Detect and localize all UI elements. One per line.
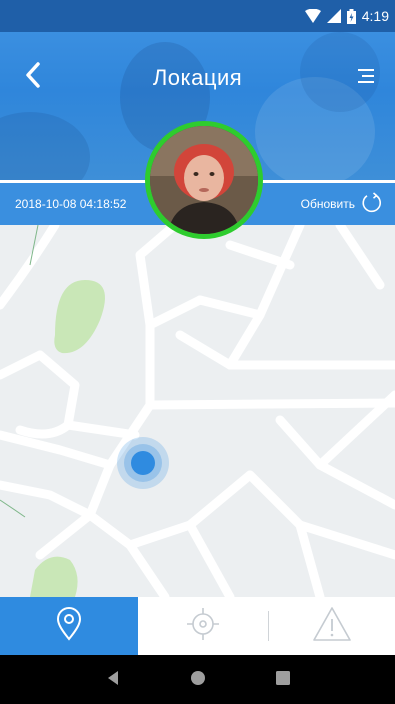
map-canvas: [0, 225, 395, 597]
child-avatar[interactable]: [145, 121, 263, 239]
tab-alert[interactable]: [269, 597, 395, 655]
menu-button[interactable]: [355, 66, 377, 88]
circle-home-icon: [190, 670, 206, 690]
system-navigation-bar: [0, 655, 395, 704]
crosshair-icon: [186, 607, 220, 645]
tab-target[interactable]: [138, 597, 268, 655]
refresh-label: Обновить: [300, 197, 355, 211]
location-timestamp: 2018-10-08 04:18:52: [15, 197, 127, 211]
map-view[interactable]: [0, 225, 395, 597]
status-time: 4:19: [361, 8, 389, 24]
tab-location[interactable]: [0, 597, 138, 655]
refresh-icon: [361, 191, 383, 217]
signal-icon: [326, 9, 341, 23]
triangle-back-icon: [106, 670, 120, 690]
header-background-shape: [0, 112, 90, 180]
list-menu-icon: [358, 68, 374, 87]
square-recents-icon: [275, 670, 290, 689]
wifi-icon: [304, 9, 321, 23]
bottom-tab-bar: [0, 597, 395, 655]
current-location-marker[interactable]: [117, 437, 169, 489]
status-bar: 4:19: [0, 0, 395, 32]
avatar-photo: [150, 126, 258, 234]
refresh-button[interactable]: Обновить: [300, 191, 383, 217]
map-pin-icon: [56, 607, 82, 645]
warning-triangle-icon: [312, 606, 352, 646]
page-title: Локация: [152, 65, 243, 90]
system-home-button[interactable]: [186, 668, 210, 692]
system-back-button[interactable]: [101, 668, 125, 692]
battery-icon: [346, 8, 356, 24]
system-recents-button[interactable]: [271, 668, 295, 692]
